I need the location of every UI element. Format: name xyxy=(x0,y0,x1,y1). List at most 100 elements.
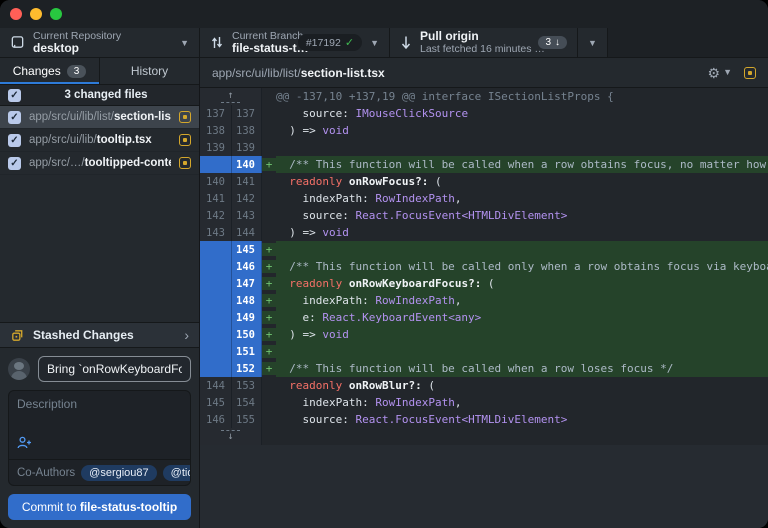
old-line-number xyxy=(200,360,232,377)
new-line-number: 148 xyxy=(232,292,262,309)
diff-added-line[interactable]: 152 + /** This function will be called wh… xyxy=(200,360,768,377)
repository-dropdown[interactable]: Current Repository desktop ▼ xyxy=(0,28,200,57)
new-line-number: 145 xyxy=(232,241,262,258)
diff-file-header: app/src/ui/lib/list/section-list.tsx ⚙ ▼ xyxy=(200,58,768,88)
old-line-number: 140 xyxy=(200,173,232,190)
diff-options-button[interactable]: ⚙ ▼ xyxy=(708,66,732,80)
diff-marker: + xyxy=(262,277,276,290)
new-line-number: 143 xyxy=(232,207,262,224)
expand-hunk-down-button[interactable]: ↓ xyxy=(221,430,240,443)
file-checkbox[interactable]: ✓ xyxy=(8,110,21,124)
new-line-number: 153 xyxy=(232,377,262,394)
diff-empty-area xyxy=(200,445,768,528)
diff-added-line[interactable]: 140 + /** This function will be called wh… xyxy=(200,156,768,173)
diff-code: indexPath: RowIndexPath, xyxy=(276,192,462,205)
file-checkbox[interactable]: ✓ xyxy=(8,133,21,147)
stash-icon xyxy=(10,328,25,343)
commit-summary-input[interactable] xyxy=(38,356,191,382)
stashed-changes-row[interactable]: Stashed Changes › xyxy=(0,322,199,348)
diff-context-line[interactable]: 138 138 ) => void xyxy=(200,122,768,139)
diff-added-line[interactable]: 149 + e: React.KeyboardEvent<any> xyxy=(200,309,768,326)
commit-button[interactable]: Commit to file-status-tooltip xyxy=(8,494,191,520)
diff-code: /** This function will be called only wh… xyxy=(276,258,768,275)
add-coauthor-icon[interactable] xyxy=(17,436,32,454)
diff-code: indexPath: RowIndexPath, xyxy=(276,292,768,309)
minimize-window-button[interactable] xyxy=(30,8,42,20)
diff-context-line[interactable]: 146 155 source: React.FocusEvent<HTMLDivE… xyxy=(200,411,768,428)
diff-context-line[interactable]: 140 141 readonly onRowFocus?: ( xyxy=(200,173,768,190)
diff-code xyxy=(276,343,768,360)
old-line-number: 146 xyxy=(200,411,232,428)
old-line-number: 144 xyxy=(200,377,232,394)
file-row[interactable]: ✓ app/src/ui/lib/list/section-list.tsx xyxy=(0,106,199,129)
diff-added-line[interactable]: 148 + indexPath: RowIndexPath, xyxy=(200,292,768,309)
new-line-number: 152 xyxy=(232,360,262,377)
modified-file-icon xyxy=(744,66,756,79)
diff-code: source: React.FocusEvent<HTMLDivElement> xyxy=(276,413,568,426)
diff-rows: ↑ @@ -137,10 +137,19 @@ interface ISectio… xyxy=(200,88,768,445)
file-row[interactable]: ✓ app/src/…/tooltipped-content.tsx xyxy=(0,152,199,175)
new-line-number: 147 xyxy=(232,275,262,292)
old-line-number xyxy=(200,275,232,292)
file-row[interactable]: ✓ app/src/ui/lib/tooltip.tsx xyxy=(0,129,199,152)
diff-code: source: IMouseClickSource xyxy=(276,107,469,120)
file-checkbox[interactable]: ✓ xyxy=(8,156,21,170)
diff-marker: + xyxy=(262,362,276,375)
commit-description-input[interactable] xyxy=(9,391,190,459)
hunk-header-text: @@ -137,10 +137,19 @@ interface ISection… xyxy=(276,90,614,103)
diff-marker: + xyxy=(262,328,276,341)
tab-history[interactable]: History xyxy=(100,58,199,84)
diff-code: readonly onRowFocus?: ( xyxy=(289,175,442,188)
branch-icon xyxy=(210,35,224,50)
diff-context-line[interactable]: 137 137 source: IMouseClickSource xyxy=(200,105,768,122)
tab-changes[interactable]: Changes 3 xyxy=(0,58,100,84)
new-line-number: 154 xyxy=(232,394,262,411)
diff-code: e: React.KeyboardEvent<any> xyxy=(276,309,768,326)
old-line-number: 137 xyxy=(200,105,232,122)
close-window-button[interactable] xyxy=(10,8,22,20)
old-line-number xyxy=(200,309,232,326)
old-line-number: 141 xyxy=(200,190,232,207)
old-line-number: 143 xyxy=(200,224,232,241)
pull-arrow-icon xyxy=(400,35,412,50)
diff-context-line[interactable]: 145 154 indexPath: RowIndexPath, xyxy=(200,394,768,411)
zoom-window-button[interactable] xyxy=(50,8,62,20)
select-all-checkbox[interactable]: ✓ xyxy=(8,88,21,102)
diff-context-line[interactable]: 143 144 ) => void xyxy=(200,224,768,241)
expand-hunk-up-button[interactable]: ↑ xyxy=(221,90,240,103)
new-line-number: 150 xyxy=(232,326,262,343)
pull-origin-button[interactable]: Pull origin Last fetched 16 minutes … 3 … xyxy=(390,28,578,57)
chevron-down-icon: ▼ xyxy=(180,37,189,48)
old-line-number xyxy=(200,156,232,173)
diff-code: readonly onRowKeyboardFocus?: ( xyxy=(276,275,768,292)
pull-count: 3 xyxy=(545,37,551,48)
coauthor-pill[interactable]: @tidy-dev xyxy=(162,464,190,481)
repository-label: Current Repository xyxy=(33,29,122,42)
pull-options-dropdown[interactable]: ▼ xyxy=(578,28,608,57)
new-line-number: 155 xyxy=(232,411,262,428)
diff-context-line[interactable]: 139 139 xyxy=(200,139,768,156)
diff-context-line[interactable]: 141 142 indexPath: RowIndexPath, xyxy=(200,190,768,207)
github-desktop-window: Current Repository desktop ▼ Current Bra… xyxy=(0,0,768,528)
toolbar: Current Repository desktop ▼ Current Bra… xyxy=(0,28,768,58)
modified-file-icon xyxy=(179,157,191,169)
branch-dropdown[interactable]: Current Branch file-status-t… #17192 ✓ ▼ xyxy=(200,28,390,57)
stashed-changes-label: Stashed Changes xyxy=(33,328,134,342)
diff-context-line[interactable]: 142 143 source: React.FocusEvent<HTMLDivE… xyxy=(200,207,768,224)
diff-code: ) => void xyxy=(276,326,768,343)
coauthor-pill[interactable]: @sergiou87 xyxy=(81,464,157,481)
diff-file-name: section-list.tsx xyxy=(300,65,385,80)
diff-added-line[interactable]: 147 + readonly onRowKeyboardFocus?: ( xyxy=(200,275,768,292)
diff-added-line[interactable]: 150 + ) => void xyxy=(200,326,768,343)
diff-added-line[interactable]: 151 + xyxy=(200,343,768,360)
diff-added-line[interactable]: 145 + xyxy=(200,241,768,258)
coauthors-row: Co-Authors @sergiou87 @tidy-dev xyxy=(9,459,190,485)
diff-added-line[interactable]: 146 + /** This function will be called on… xyxy=(200,258,768,275)
chevron-right-icon: › xyxy=(184,327,189,343)
diff-context-line[interactable]: 144 153 readonly onRowBlur?: ( xyxy=(200,377,768,394)
new-line-number: 141 xyxy=(232,173,262,190)
file-path: app/src/ui/lib/list/section-list.tsx xyxy=(29,111,171,123)
pr-status-badge[interactable]: #17192 ✓ xyxy=(297,34,363,51)
branch-label: Current Branch xyxy=(232,29,304,42)
diff-marker: + xyxy=(262,311,276,324)
